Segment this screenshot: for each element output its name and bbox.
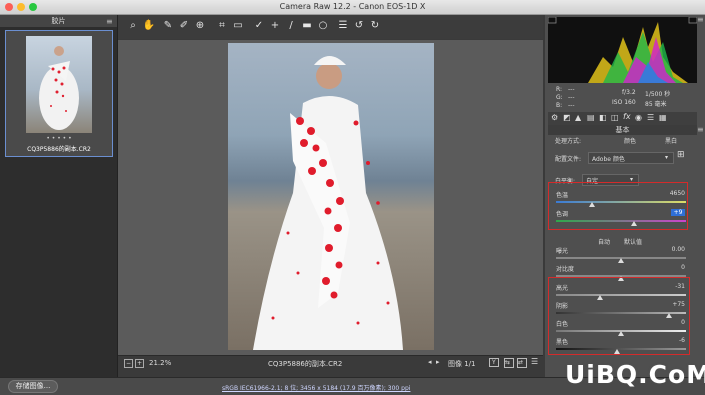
spot-removal-icon[interactable]: ✓ — [252, 19, 266, 33]
auto-button[interactable]: 自动 — [598, 237, 610, 246]
panel-menu-icon[interactable]: ≡ — [697, 125, 704, 134]
treatment-bw-option[interactable]: 黑白 — [665, 136, 677, 145]
g-label: G: — [556, 94, 563, 101]
zoom-in-icon[interactable]: + — [135, 359, 144, 368]
image-counter: 图像 1/1 — [448, 360, 476, 368]
target-adjust-icon[interactable]: ⊕ — [193, 19, 207, 33]
watermark: UiBQ.CoM — [565, 360, 705, 389]
title-bar: Camera Raw 12.2 - Canon EOS-1D X — [0, 0, 705, 15]
list-icon[interactable]: ☰ — [336, 19, 350, 33]
treatment-label: 处理方式: — [555, 138, 582, 145]
tone-curve-tab-icon[interactable]: ◩ — [563, 113, 571, 122]
save-image-button[interactable]: 存储图像... — [8, 380, 58, 393]
profile-value: Adobe 颜色 — [592, 156, 625, 163]
prev-image-icon[interactable]: ◂ — [428, 358, 432, 366]
slider-value[interactable]: 0.00 — [655, 246, 685, 253]
graduated-filter-icon[interactable]: ▬ — [300, 19, 314, 33]
slider-label: 对比度 — [556, 266, 575, 273]
shutter-speed: 1/500 秒 — [645, 91, 671, 98]
profile-dropdown[interactable]: Adobe 颜色 ▾ — [588, 152, 674, 164]
presets-tab-icon[interactable]: ☰ — [647, 113, 654, 122]
rotate-left-icon[interactable]: ↺ — [352, 19, 366, 33]
profile-label: 配置文件: — [555, 156, 582, 163]
panel-title: 基本 — [548, 125, 697, 135]
basic-tab-icon[interactable]: ⚙ — [551, 113, 558, 122]
color-sampler-icon[interactable]: ✐ — [177, 19, 191, 33]
thumbnail-image — [26, 36, 92, 133]
zoom-level[interactable]: 21.2% — [149, 359, 171, 367]
snapshots-tab-icon[interactable]: ▦ — [659, 113, 667, 122]
focal-length: 85 毫米 — [645, 101, 667, 108]
white-balance-icon[interactable]: ✎ — [161, 19, 175, 33]
filmstrip-thumbnail[interactable]: • • • • • CQ3P5886的副本.CR2 — [5, 30, 113, 157]
aperture: f/3.2 — [622, 89, 636, 96]
iso: ISO 160 — [612, 99, 636, 106]
r-label: R: — [556, 86, 563, 93]
main-photo[interactable] — [228, 43, 434, 350]
treatment-color-option[interactable]: 颜色 — [624, 136, 636, 145]
window-title: Camera Raw 12.2 - Canon EOS-1D X — [279, 2, 426, 11]
next-image-icon[interactable]: ▸ — [436, 358, 440, 366]
rotate-right-icon[interactable]: ↻ — [368, 19, 382, 33]
tool-bar: ⌕ ✋ ✎ ✐ ⊕ ⌗ ▭ ✓ + / ▬ ○ ☰ ↺ ↻ — [118, 15, 543, 39]
thumbnail-caption: CQ3P5886的副本.CR2 — [27, 146, 91, 153]
canvas-filename: CQ3P5886的副本.CR2 — [268, 360, 343, 368]
detail-tab-icon[interactable]: ▲ — [575, 113, 581, 122]
default-button[interactable]: 默认值 — [624, 237, 642, 246]
crop-icon[interactable]: ⌗ — [215, 19, 229, 33]
highlight-box-temp-tint — [548, 182, 688, 230]
hsl-tab-icon[interactable]: ▤ — [587, 113, 595, 122]
settings-menu-icon[interactable]: ☰ — [531, 357, 538, 366]
histogram — [547, 16, 698, 83]
zoom-icon[interactable]: ⌕ — [126, 19, 140, 33]
view-mode-y-icon[interactable]: Y — [489, 358, 499, 367]
filmstrip-menu-icon[interactable]: ≡ — [106, 17, 113, 26]
canvas-status-bar: − + 21.2% CQ3P5886的副本.CR2 ◂ ▸ 图像 1/1 Y ⇆… — [118, 355, 543, 370]
thumbnail-rating[interactable]: • • • • • — [6, 135, 112, 142]
panel-tabs: ⚙ ◩ ▲ ▤ ◧ ◫ fx ◉ ☰ ▦ — [548, 112, 697, 125]
lens-tab-icon[interactable]: ◫ — [611, 113, 619, 122]
g-value: --- — [568, 94, 575, 101]
slider-thumb[interactable] — [618, 258, 624, 263]
slider-value[interactable]: 0 — [655, 264, 685, 271]
radial-filter-icon[interactable]: ○ — [316, 19, 330, 33]
zoom-out-icon[interactable]: − — [124, 359, 133, 368]
hand-icon[interactable]: ✋ — [142, 19, 156, 33]
brush-icon[interactable]: / — [284, 19, 298, 33]
profile-browser-icon[interactable]: ⊞ — [677, 150, 685, 160]
copy-settings-icon[interactable]: ⇄ — [517, 358, 527, 368]
r-value: --- — [568, 86, 575, 93]
b-value: --- — [568, 102, 575, 109]
filmstrip-header: 胶片 — [0, 15, 117, 27]
slider-label: 曝光 — [556, 248, 569, 255]
calibration-tab-icon[interactable]: ◉ — [635, 113, 642, 122]
swap-icon[interactable]: ⇆ — [504, 358, 514, 368]
b-label: B: — [556, 102, 563, 109]
highlight-box-tone — [548, 277, 690, 355]
chevron-down-icon: ▾ — [665, 154, 669, 161]
straighten-icon[interactable]: ▭ — [231, 19, 245, 33]
effects-tab-icon[interactable]: fx — [623, 112, 631, 121]
red-eye-icon[interactable]: + — [268, 19, 282, 33]
workflow-options-link[interactable]: sRGB IEC61966-2.1; 8 位; 3456 x 5184 (17.… — [222, 383, 410, 392]
split-toning-tab-icon[interactable]: ◧ — [599, 113, 607, 122]
histogram-menu-icon[interactable]: ≡ — [697, 15, 704, 24]
